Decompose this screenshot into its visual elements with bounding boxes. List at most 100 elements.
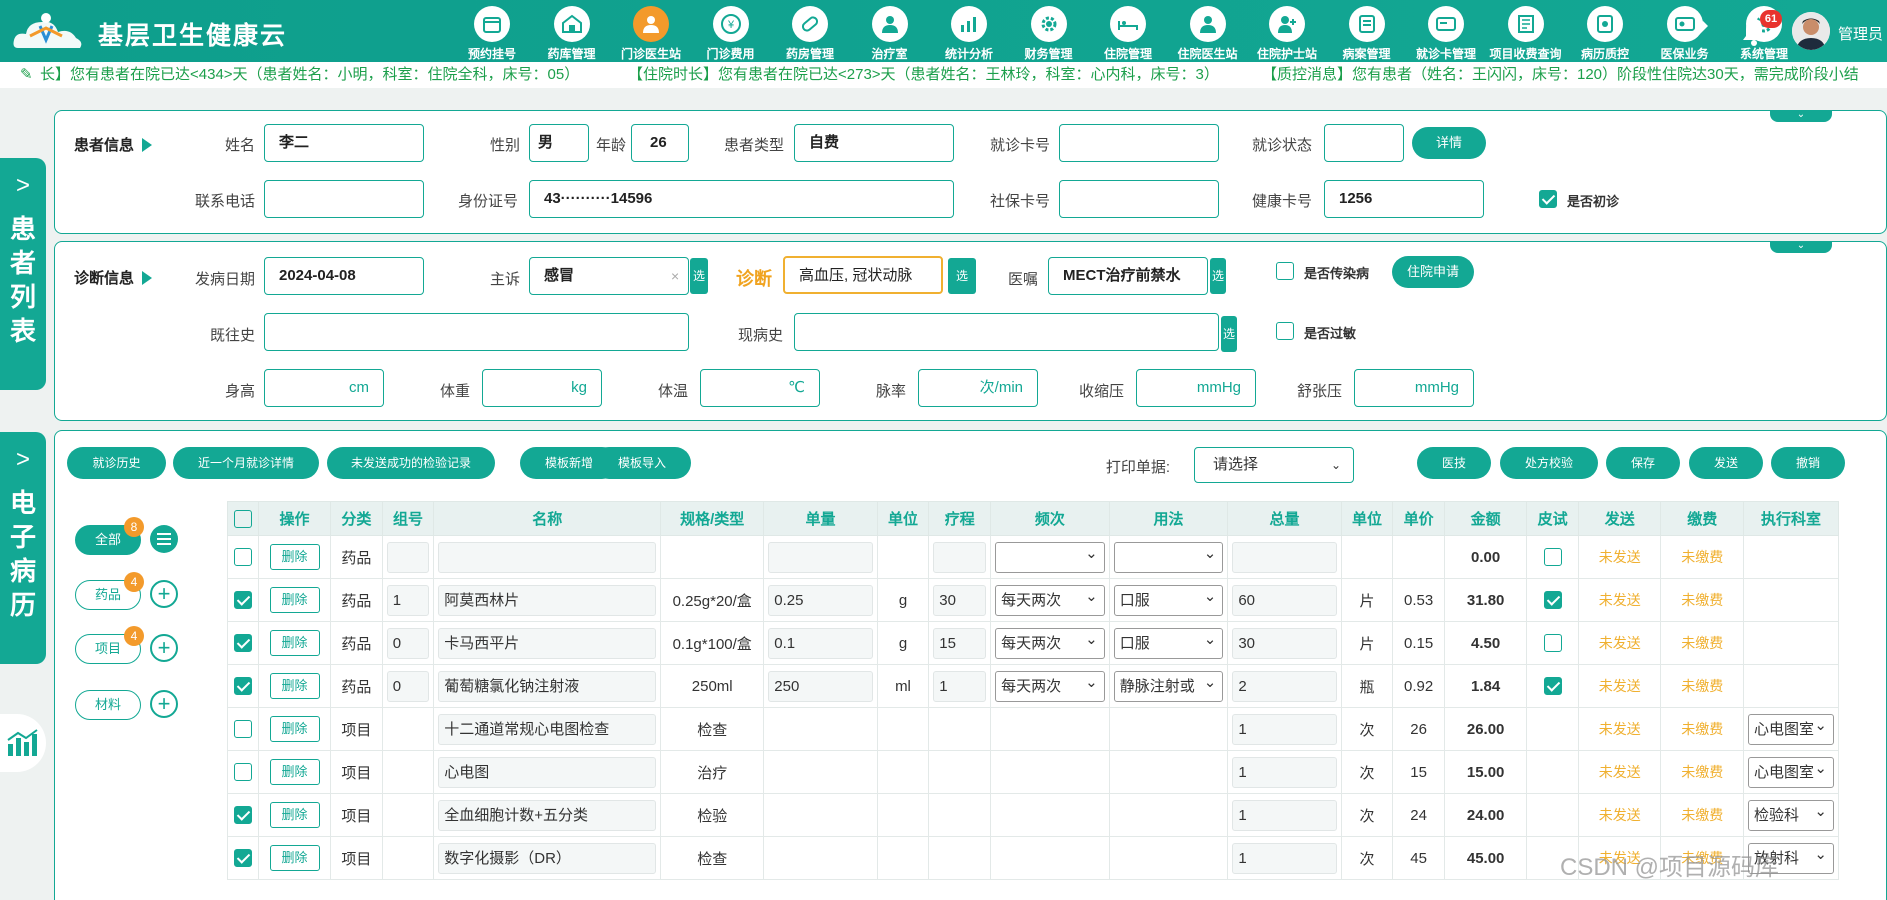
row-checkbox[interactable] — [234, 849, 252, 867]
nav-item[interactable]: 财务管理 — [1009, 0, 1089, 62]
add-drug-icon[interactable]: + — [150, 580, 178, 608]
group-input[interactable]: 0 — [387, 628, 430, 659]
nav-item[interactable]: 就诊卡管理 — [1406, 0, 1486, 62]
rx-check-button[interactable]: 处方校验 — [1500, 447, 1598, 479]
usage-select[interactable]: 静脉注射或 — [1114, 671, 1224, 702]
name-input[interactable]: 十二通道常规心电图检查 — [438, 714, 656, 745]
month-detail-button[interactable]: 近一个月就诊详情 — [173, 447, 319, 479]
edit-icon[interactable] — [1685, 18, 1711, 44]
detail-button[interactable]: 详情 — [1412, 127, 1486, 159]
row-checkbox[interactable] — [234, 763, 252, 781]
nav-item[interactable]: ¥门诊费用 — [691, 0, 771, 62]
emr-tab[interactable]: > 电子病历 — [0, 432, 46, 664]
freq-select[interactable]: 每天两次 — [995, 628, 1105, 659]
total-input[interactable]: 1 — [1232, 843, 1336, 874]
table-row[interactable]: 删除项目心电图治疗1次1515.00未发送未缴费心电图室 — [228, 751, 1839, 794]
nav-item[interactable]: 住院医生站 — [1168, 0, 1248, 62]
stats-chart-button[interactable] — [0, 714, 46, 772]
select-all-header[interactable] — [228, 502, 259, 536]
social-card-field[interactable] — [1059, 180, 1219, 218]
course-input[interactable] — [933, 542, 986, 573]
print-select[interactable]: 请选择 ⌄ — [1194, 447, 1354, 483]
skin-test-checkbox[interactable] — [1544, 634, 1562, 652]
complaint-field[interactable]: 感冒 — [529, 257, 689, 295]
dept-select[interactable]: 心电图室 — [1748, 714, 1834, 745]
delete-button[interactable]: 删除 — [270, 630, 320, 656]
add-item-icon[interactable]: + — [150, 634, 178, 662]
nav-item[interactable]: 住院护士站 — [1247, 0, 1327, 62]
name-input[interactable] — [438, 542, 656, 573]
diagnosis-field[interactable]: 高血压, 冠状动脉 — [783, 256, 943, 294]
clear-icon[interactable]: × — [671, 268, 679, 284]
diastolic-field[interactable]: mmHg — [1354, 369, 1474, 407]
row-checkbox[interactable] — [234, 720, 252, 738]
table-row[interactable]: 删除药品0卡马西平片0.1g*100/盒0.1g15每天两次口服30片0.154… — [228, 622, 1839, 665]
total-input[interactable]: 1 — [1232, 757, 1336, 788]
group-input[interactable] — [387, 542, 430, 573]
visit-status-field[interactable] — [1324, 124, 1404, 162]
row-checkbox[interactable] — [234, 677, 252, 695]
dept-select[interactable]: 心电图室 — [1748, 757, 1834, 788]
group-input[interactable]: 1 — [387, 585, 430, 616]
course-input[interactable]: 1 — [933, 671, 986, 702]
name-input[interactable]: 全血细胞计数+五分类 — [438, 800, 656, 831]
nav-item[interactable]: 住院管理 — [1088, 0, 1168, 62]
nav-item[interactable]: 药房管理 — [770, 0, 850, 62]
skin-test-checkbox[interactable] — [1544, 677, 1562, 695]
row-checkbox[interactable] — [234, 548, 252, 566]
phone-field[interactable] — [264, 180, 424, 218]
nav-item[interactable]: 病历质控 — [1565, 0, 1645, 62]
table-row[interactable]: 删除药品0葡萄糖氯化钠注射液250ml250ml1每天两次静脉注射或2瓶0.92… — [228, 665, 1839, 708]
table-row[interactable]: 删除药品1阿莫西林片0.25g*20/盒0.25g30每天两次口服60片0.53… — [228, 579, 1839, 622]
nav-item[interactable]: 病案管理 — [1327, 0, 1407, 62]
name-input[interactable]: 葡萄糖氯化钠注射液 — [438, 671, 656, 702]
ticker-message[interactable]: 【住院时长】您有患者在院已达<273>天（患者姓名：王林玲，科室：心内科，床号：… — [628, 62, 1219, 88]
nav-item[interactable]: 门诊医生站 — [611, 0, 691, 62]
dose-input[interactable]: 0.1 — [768, 628, 872, 659]
nav-item[interactable]: 治疗室 — [850, 0, 930, 62]
advice-field[interactable]: MECT治疗前禁水 — [1048, 257, 1208, 295]
patient-list-tab[interactable]: > 患者列表 — [0, 158, 46, 390]
temperature-field[interactable]: ℃ — [700, 369, 820, 407]
freq-select[interactable]: 每天两次 — [995, 585, 1105, 616]
dose-input[interactable]: 0.25 — [768, 585, 872, 616]
delete-button[interactable]: 删除 — [270, 845, 320, 871]
ticker-message[interactable]: 【质控消息】您有患者（姓名：王闪闪，床号：120）阶段性住院达30天，需完成阶段… — [1262, 62, 1859, 88]
delete-button[interactable]: 删除 — [270, 759, 320, 785]
total-input[interactable]: 1 — [1232, 714, 1336, 745]
visit-history-button[interactable]: 就诊历史 — [67, 447, 166, 479]
nav-item[interactable]: 统计分析 — [929, 0, 1009, 62]
table-row[interactable]: 删除项目十二通道常规心电图检查检查1次2626.00未发送未缴费心电图室 — [228, 708, 1839, 751]
delete-button[interactable]: 删除 — [270, 544, 320, 570]
complaint-select-button[interactable]: 选 — [690, 258, 708, 294]
add-material-icon[interactable]: + — [150, 690, 178, 718]
collapse-toggle[interactable]: ⌄ — [1770, 110, 1832, 122]
table-row[interactable]: 删除药品0.00未发送未缴费 — [228, 536, 1839, 579]
dose-input[interactable] — [768, 542, 872, 573]
table-row[interactable]: 删除项目全血细胞计数+五分类检验1次2424.00未发送未缴费检验科 — [228, 794, 1839, 837]
delete-button[interactable]: 删除 — [270, 587, 320, 613]
freq-select[interactable]: 每天两次 — [995, 671, 1105, 702]
category-material[interactable]: 材料 — [75, 690, 141, 720]
allergy-checkbox[interactable] — [1276, 322, 1294, 340]
dept-select[interactable]: 检验科 — [1748, 800, 1834, 831]
unsent-tests-button[interactable]: 未发送成功的检验记录 — [327, 447, 495, 479]
patient-type-field[interactable]: 自费 — [794, 124, 954, 162]
admission-button[interactable]: 住院申请 — [1392, 256, 1474, 288]
present-select-button[interactable]: 选 — [1221, 316, 1237, 352]
name-input[interactable]: 数字化摄影（DR） — [438, 843, 656, 874]
row-checkbox[interactable] — [234, 634, 252, 652]
send-button[interactable]: 发送 — [1689, 447, 1763, 479]
name-field[interactable]: 李二 — [264, 124, 424, 162]
course-input[interactable]: 15 — [933, 628, 986, 659]
row-checkbox[interactable] — [234, 806, 252, 824]
template-import-button[interactable]: 模板导入 — [593, 447, 691, 479]
card-field[interactable] — [1059, 124, 1219, 162]
weight-field[interactable]: kg — [482, 369, 602, 407]
course-input[interactable]: 30 — [933, 585, 986, 616]
health-card-field[interactable]: 1256 — [1324, 180, 1484, 218]
name-input[interactable]: 卡马西平片 — [438, 628, 656, 659]
row-checkbox[interactable] — [234, 591, 252, 609]
usage-select[interactable]: 口服 — [1114, 585, 1224, 616]
id-number-field[interactable]: 43··········14596 — [529, 180, 954, 218]
